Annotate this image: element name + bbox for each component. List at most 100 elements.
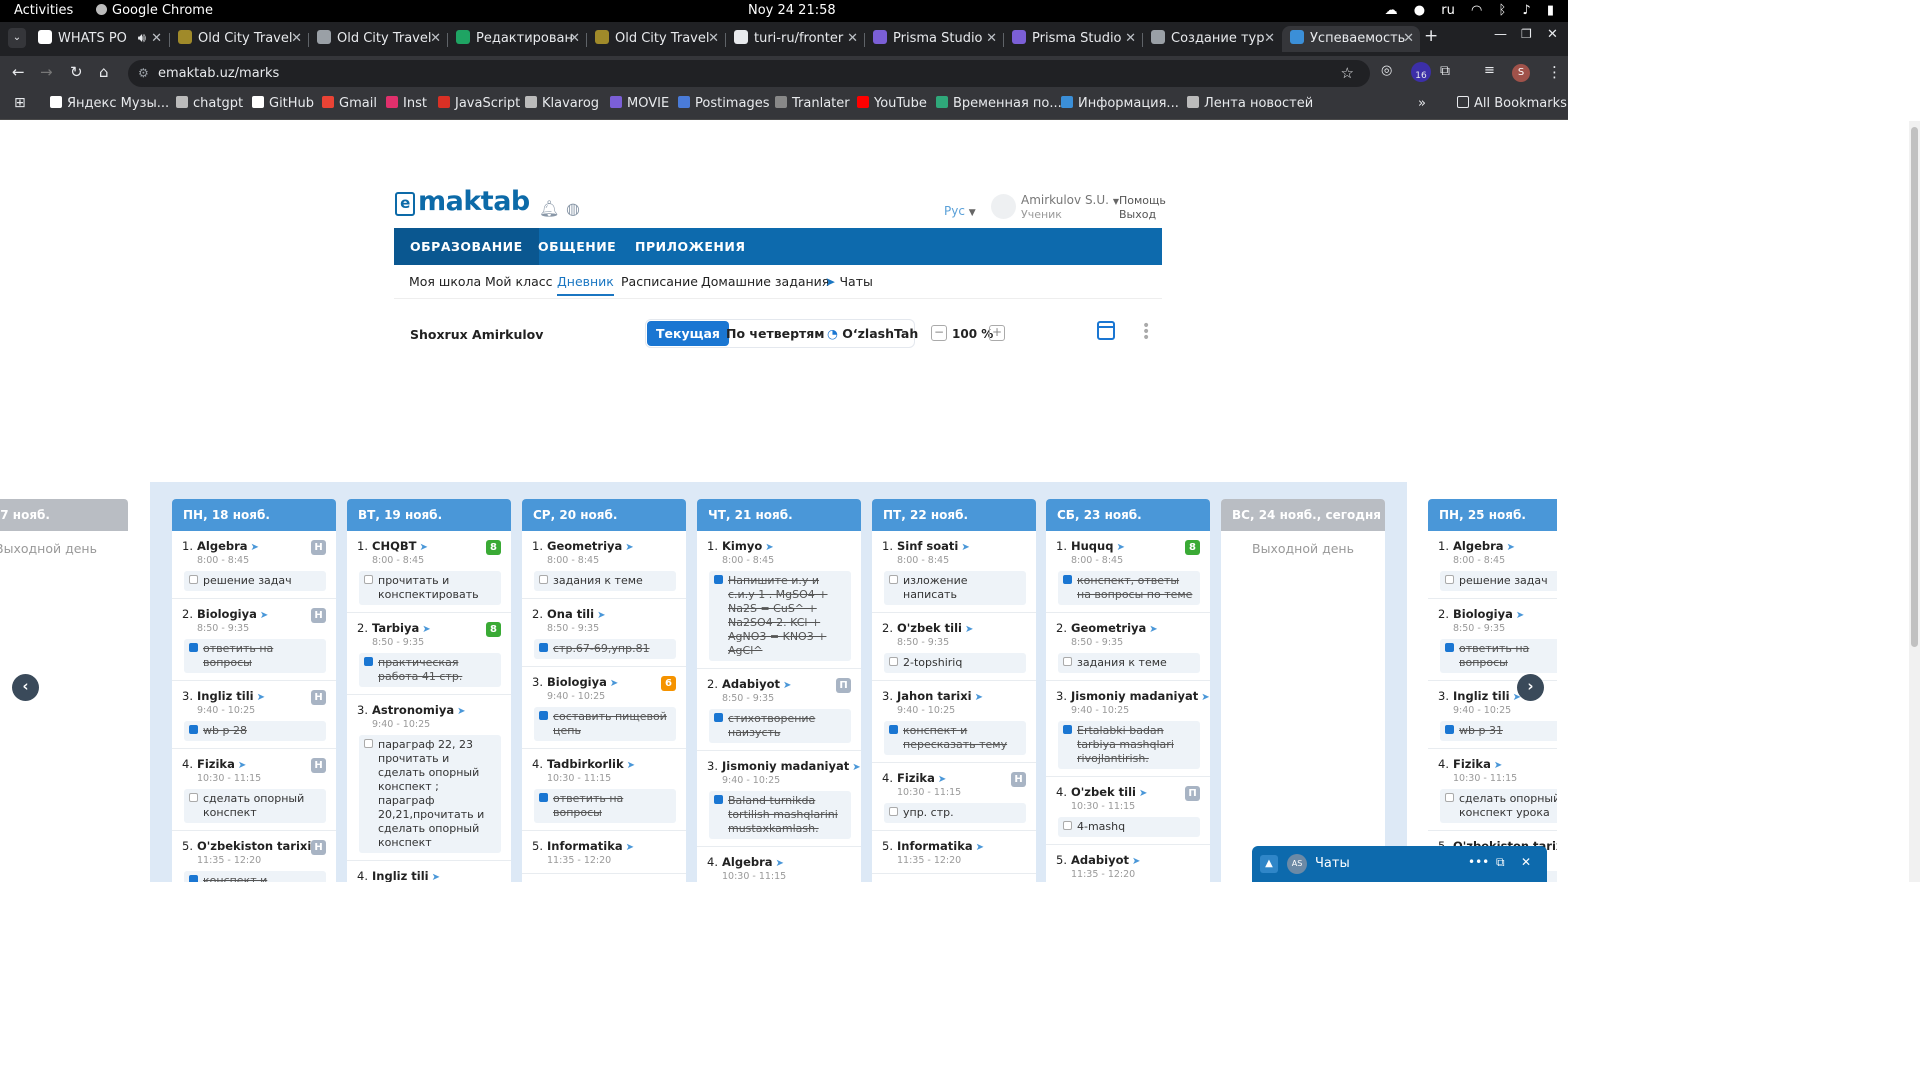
lesson-subject[interactable]: Biologiya [547,675,607,689]
homework-checkbox[interactable] [189,643,198,652]
lesson-item[interactable]: 3. Astronomiya ➤ 9:40 - 10:25 параграф 22, 2… [347,695,511,861]
homework-item[interactable]: упр. стр. [884,803,1026,823]
mark-badge[interactable]: Н [311,840,326,855]
homework-item[interactable]: wb p 28 [184,721,326,741]
site-info-icon[interactable]: ⚙ [138,60,149,87]
clock[interactable]: Noy 24 21:58 [748,3,836,18]
lesson-item[interactable]: 4. O'zbek tili ➤ 10:30 - 11:15 П 4-mashq [1046,777,1210,845]
homework-item[interactable]: Baland turnikda tortilish mashqlarini mu… [709,791,851,839]
send-message-icon[interactable]: ➤ [783,680,791,691]
lesson-item[interactable]: 4. Fizika ➤ 10:30 - 11:15 Нупр. стр. [872,763,1036,831]
lesson-subject[interactable]: Fizika [197,757,235,771]
browser-menu-icon[interactable]: ⋮ [1547,63,1562,81]
lesson-item[interactable]: 3. Jismoniy madaniyat ➤ 9:40 - 10:25 Baland … [697,751,861,847]
lesson-item[interactable]: 1. Algebra ➤ 8:00 - 8:45 Нрешение задач [172,531,336,599]
homework-item[interactable]: изложение написать [884,571,1026,605]
homework-checkbox[interactable] [1445,575,1454,584]
homework-item[interactable]: прочитать и конспектировать [359,571,501,605]
mark-badge[interactable]: 8 [1185,540,1200,555]
homework-item[interactable]: параграф 22, 23 прочитать и сделать опор… [359,735,501,853]
lesson-subject[interactable]: O'zbek tili [897,621,962,635]
avatar[interactable] [991,194,1016,219]
send-message-icon[interactable]: ➤ [627,760,635,771]
lesson-item[interactable]: 5. Informatika ➤ 11:35 - 12:20 [872,831,1036,874]
bookmark-item[interactable]: Gmail [322,96,377,111]
bookmark-item[interactable]: MOVIE [610,96,669,111]
lesson-subject[interactable]: Informatika [897,839,973,853]
back-arrow-icon[interactable]: ← [12,63,25,81]
window-restore-button[interactable]: ❐ [1521,27,1532,41]
bookmark-item[interactable]: YouTube [857,96,927,111]
send-message-icon[interactable]: ➤ [776,858,784,869]
homework-checkbox[interactable] [539,711,548,720]
lesson-item[interactable]: 1. Geometriya ➤ 8:00 - 8:45 задания к теме [522,531,686,599]
send-message-icon[interactable]: ➤ [238,760,246,771]
homework-item[interactable]: ответить на вопросы [1440,639,1557,673]
open-external-icon[interactable]: ⧉ [1496,855,1505,870]
homework-checkbox[interactable] [364,575,373,584]
lesson-subject[interactable]: Algebra [722,855,773,869]
homework-checkbox[interactable] [1063,575,1072,584]
homework-checkbox[interactable] [889,725,898,734]
bookmark-item[interactable]: Klavarog [525,96,599,111]
subnav-my-class[interactable]: Мой класс [485,274,552,289]
lesson-item[interactable]: 3. Ingliz tili ➤ 9:40 - 10:25 Нwb p 28 [172,681,336,749]
send-message-icon[interactable]: ➤ [938,774,946,785]
bookmark-item[interactable]: chatgpt [176,96,243,111]
extensions-puzzle-icon[interactable]: ⧉ [1440,63,1450,79]
homework-item[interactable]: задания к теме [1058,653,1200,673]
bookmark-item[interactable]: GitHub [252,96,314,111]
lesson-subject[interactable]: Algebra [197,539,248,553]
homework-item[interactable]: стр.67-69,упр.81 [534,639,676,659]
system-tray[interactable]: ☁ ● ru ◠ ᛒ ♪ ▮ [1385,3,1554,18]
user-menu[interactable]: Amirkulov S.U. ▼ Ученик [1021,193,1119,221]
lesson-subject[interactable]: Astronomiya [372,703,454,717]
browser-tab[interactable]: Редактирован ✕ [448,26,586,52]
previous-week-button[interactable]: ‹ [12,674,39,701]
browser-tab[interactable]: Создание тур ✕ [1143,26,1281,52]
mark-badge[interactable]: 8 [486,540,501,555]
homework-checkbox[interactable] [364,657,373,666]
homework-checkbox[interactable] [1445,643,1454,652]
homework-item[interactable]: сделать опорный конспект [184,789,326,823]
mark-badge[interactable]: Н [311,758,326,773]
mark-badge[interactable]: П [836,678,851,693]
homework-item[interactable]: задания к теме [534,571,676,591]
chat-more-icon[interactable]: ••• [1468,855,1489,869]
send-message-icon[interactable]: ➤ [257,692,265,703]
tab-close-icon[interactable]: ✕ [430,26,441,52]
lesson-subject[interactable]: Algebra [1453,539,1504,553]
chevron-up-icon[interactable]: ▲ [1260,855,1278,873]
homework-checkbox[interactable] [889,807,898,816]
homework-checkbox[interactable] [1445,725,1454,734]
send-message-icon[interactable]: ➤ [1139,788,1147,799]
send-message-icon[interactable]: ➤ [432,872,440,882]
homework-checkbox[interactable] [714,713,723,722]
lesson-subject[interactable]: Ingliz tili [1453,689,1510,703]
address-bar[interactable]: ⚙ emaktab.uz/marks ☆ [128,60,1370,87]
media-control-icon[interactable]: ≡ [1484,63,1495,78]
homework-item[interactable]: составить пищевой цепь [534,707,676,741]
active-app[interactable]: Google Chrome [96,3,213,18]
send-message-icon[interactable]: ➤ [457,706,465,717]
page-scrollbar[interactable] [1909,121,1920,882]
send-message-icon[interactable]: ➤ [419,542,427,553]
lesson-item[interactable]: 5.O'zbekiston tarixi➤11:35 - 12:20Нконсп… [172,831,336,882]
homework-item[interactable]: сделать опорный конспект урока [1440,789,1557,823]
lesson-item[interactable]: 3. Jahon tarixi ➤ 9:40 - 10:25 конспект и пе… [872,681,1036,763]
homework-checkbox[interactable] [364,739,373,748]
lesson-subject[interactable]: Geometriya [1071,621,1146,635]
bookmark-star-icon[interactable]: ☆ [1341,60,1354,87]
lesson-subject[interactable]: Biologiya [1453,607,1513,621]
help-link[interactable]: Помощь [1119,194,1166,208]
browser-tab[interactable]: WHATS PO 🔊︎ ✕ [30,26,168,52]
lesson-subject[interactable]: Biologiya [197,607,257,621]
tab-search-button[interactable]: ⌄ [8,28,26,48]
homework-item[interactable]: ответить на вопросы [184,639,326,673]
homework-item[interactable]: wb p 31 [1440,721,1557,741]
send-message-icon[interactable]: ➤ [626,842,634,853]
browser-tab[interactable]: Prisma Studio ✕ [865,26,1003,52]
subnav-homework[interactable]: Домашние задания [701,274,829,289]
lesson-subject[interactable]: Fizika [897,771,935,785]
send-message-icon[interactable]: ➤ [1116,542,1124,553]
